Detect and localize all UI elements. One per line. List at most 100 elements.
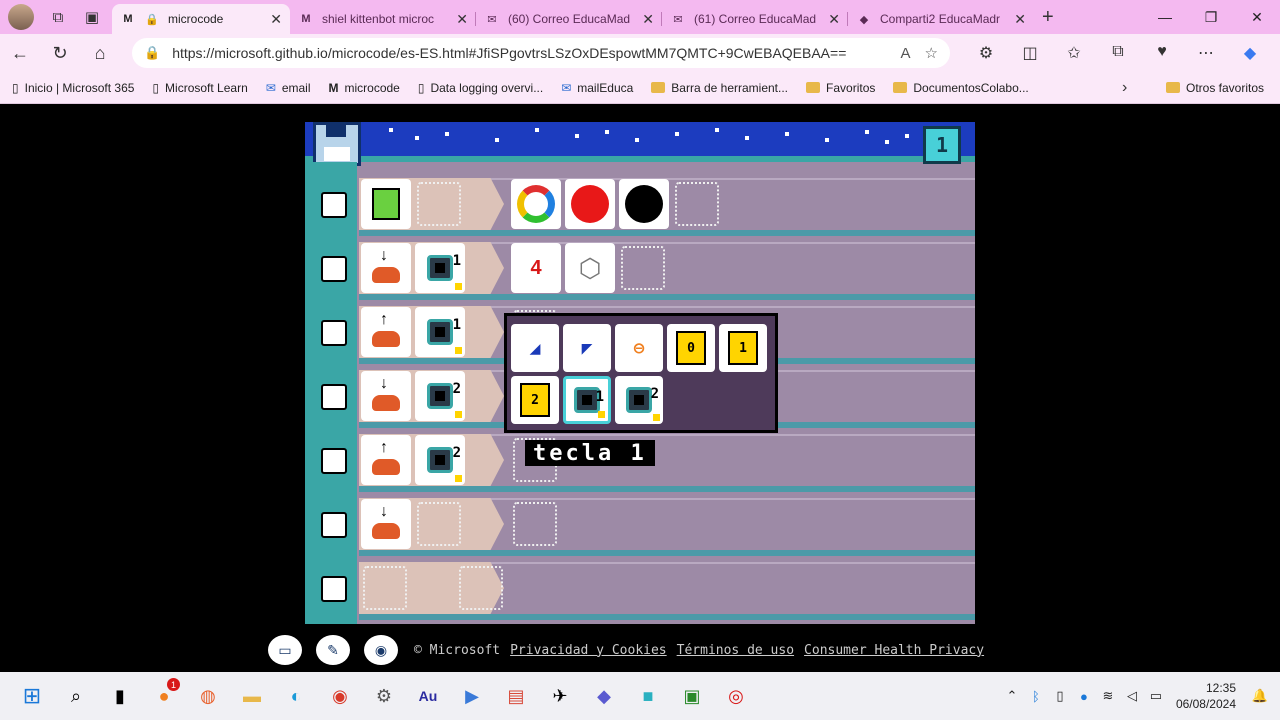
tab-comparti2[interactable]: ◆ Comparti2 EducaMadr ✕ xyxy=(848,4,1034,34)
read-aloud-icon[interactable]: A xyxy=(901,45,911,62)
app-orange-icon[interactable]: ● 1 xyxy=(142,676,186,716)
press-down-icon[interactable]: ↓ xyxy=(361,499,411,549)
rule-checkbox[interactable] xyxy=(321,256,347,282)
fav-item[interactable]: ▯ Data logging overvi... xyxy=(418,81,543,95)
close-tab-icon[interactable]: ✕ xyxy=(270,11,282,28)
audition-icon[interactable]: Au xyxy=(406,676,450,716)
wifi-icon[interactable]: ≋ xyxy=(1096,688,1120,704)
extensions-icon[interactable]: ⚙ xyxy=(964,43,1008,63)
fav-item[interactable]: ✉ mailEduca xyxy=(561,81,633,95)
pin-1-icon[interactable]: 1 xyxy=(719,324,767,372)
fav-item[interactable]: DocumentosColabo... xyxy=(893,81,1029,95)
back-icon[interactable]: ← xyxy=(0,43,40,64)
workspaces-icon[interactable]: ⧉ xyxy=(44,3,72,31)
home-icon[interactable]: ⌂ xyxy=(80,43,120,64)
bluetooth-icon[interactable]: ᛒ xyxy=(1024,689,1048,704)
fav-item[interactable]: Favoritos xyxy=(806,81,875,95)
start-icon[interactable]: ⊞ xyxy=(10,676,54,716)
microphone-icon[interactable]: ● xyxy=(1072,689,1096,704)
rule-checkbox[interactable] xyxy=(321,384,347,410)
key-icon[interactable]: 2 xyxy=(415,371,465,421)
key-icon[interactable]: 2 xyxy=(415,435,465,485)
rule-checkbox[interactable] xyxy=(321,576,347,602)
collections-icon[interactable]: ⧉ xyxy=(1096,43,1140,63)
save-disk-icon[interactable] xyxy=(313,122,361,166)
tab-correo-60[interactable]: ✉ (60) Correo EducaMad ✕ xyxy=(476,4,662,34)
rule-checkbox[interactable] xyxy=(321,448,347,474)
terms-link[interactable]: Términos de uso xyxy=(677,643,794,658)
key-1-icon[interactable]: 1 xyxy=(563,376,611,424)
fav-item[interactable]: Barra de herramient... xyxy=(651,81,788,95)
tab-correo-61[interactable]: ✉ (61) Correo EducaMad ✕ xyxy=(662,4,848,34)
health-privacy-link[interactable]: Consumer Health Privacy xyxy=(804,643,984,658)
chrome-icon[interactable]: ◉ xyxy=(318,676,362,716)
empty-when-slot[interactable] xyxy=(417,502,461,546)
empty-do-slot[interactable] xyxy=(675,182,719,226)
empty-when-slot[interactable] xyxy=(363,566,407,610)
app-bird-icon[interactable]: ✈ xyxy=(538,676,582,716)
profile-avatar[interactable] xyxy=(8,4,34,30)
url-field[interactable]: 🔒 https://microsoft.github.io/microcode/… xyxy=(132,38,950,68)
empty-when-slot[interactable] xyxy=(417,182,461,226)
settings-icon[interactable]: ⚙ xyxy=(362,676,406,716)
chevron-right-icon[interactable]: › xyxy=(1122,79,1127,97)
battery-icon[interactable]: ▭ xyxy=(1144,688,1168,704)
empty-do-slot[interactable] xyxy=(513,502,557,546)
split-screen-icon[interactable]: ◫ xyxy=(1008,43,1052,63)
pin-0-icon[interactable]: 0 xyxy=(667,324,715,372)
dice-icon[interactable]: ⬡ xyxy=(565,243,615,293)
green-card-icon[interactable] xyxy=(361,179,411,229)
empty-do-slot[interactable] xyxy=(459,566,503,610)
app-arrow-icon[interactable]: ▶ xyxy=(450,676,494,716)
minimize-icon[interactable]: — xyxy=(1142,0,1188,34)
black-circle-icon[interactable] xyxy=(619,179,669,229)
new-tab-button[interactable]: + xyxy=(1042,6,1054,29)
lock-icon[interactable]: 🔒 xyxy=(144,45,160,61)
clock[interactable]: 12:35 06/08/2024 xyxy=(1176,680,1236,712)
release-up-icon[interactable]: ↑ xyxy=(361,307,411,357)
fav-item[interactable]: ✉ email xyxy=(266,81,311,95)
fav-item[interactable]: ▯ Microsoft Learn xyxy=(152,81,247,95)
tab-microcode[interactable]: M 🔒 microcode ✕ xyxy=(112,4,290,34)
copilot-icon[interactable]: ◆ xyxy=(1228,43,1272,63)
press-down-icon[interactable]: ↓ xyxy=(361,243,411,293)
usb-icon[interactable]: ▯ xyxy=(1048,688,1072,704)
fav-item[interactable]: ▯ Inicio | Microsoft 365 xyxy=(12,81,134,95)
firefox-icon[interactable]: ◍ xyxy=(186,676,230,716)
close-tab-icon[interactable]: ✕ xyxy=(828,11,840,28)
notification-bell-icon[interactable]: 🔔 xyxy=(1248,688,1272,704)
rule-checkbox[interactable] xyxy=(321,320,347,346)
rule-checkbox[interactable] xyxy=(321,512,347,538)
empty-do-slot[interactable] xyxy=(621,246,665,290)
key-icon[interactable]: 1 xyxy=(415,307,465,357)
other-favorites[interactable]: Otros favoritos xyxy=(1166,81,1264,95)
pin-2-icon[interactable]: 2 xyxy=(511,376,559,424)
teams-icon[interactable]: ◆ xyxy=(582,676,626,716)
app-edu-icon[interactable]: ■ xyxy=(626,676,670,716)
search-icon[interactable]: ⌕ xyxy=(54,676,98,716)
key-icon[interactable]: 1 xyxy=(415,243,465,293)
refresh-icon[interactable]: ↻ xyxy=(40,43,80,64)
app-terminal-icon[interactable]: ▣ xyxy=(670,676,714,716)
app-record-icon[interactable]: ◎ xyxy=(714,676,758,716)
favorites-icon[interactable]: ✩ xyxy=(1052,43,1096,63)
tab-shiel[interactable]: M shiel kittenbot microc ✕ xyxy=(290,4,476,34)
fav-item[interactable]: Mmicrocode xyxy=(329,81,400,95)
privacy-link[interactable]: Privacidad y Cookies xyxy=(510,643,667,658)
task-view-icon[interactable]: ▮ xyxy=(98,676,142,716)
favorite-star-icon[interactable]: ☆ xyxy=(925,44,938,62)
rainbow-ring-icon[interactable] xyxy=(511,179,561,229)
feedback-icon[interactable]: ✎ xyxy=(316,635,350,665)
close-tab-icon[interactable]: ✕ xyxy=(1014,11,1026,28)
release-up-icon[interactable]: ↑ xyxy=(361,435,411,485)
chevron-up-icon[interactable]: ⌃ xyxy=(1000,688,1024,704)
tab-actions-icon[interactable]: ▣ xyxy=(78,3,106,31)
close-tab-icon[interactable]: ✕ xyxy=(456,11,468,28)
more-menu-icon[interactable]: ⋯ xyxy=(1184,43,1228,63)
file-explorer-icon[interactable]: ▬ xyxy=(230,676,274,716)
restore-icon[interactable]: ❐ xyxy=(1188,0,1234,34)
rule-checkbox[interactable] xyxy=(321,192,347,218)
key-2-icon[interactable]: 2 xyxy=(615,376,663,424)
red-circle-icon[interactable] xyxy=(565,179,615,229)
notepad-icon[interactable]: ▤ xyxy=(494,676,538,716)
